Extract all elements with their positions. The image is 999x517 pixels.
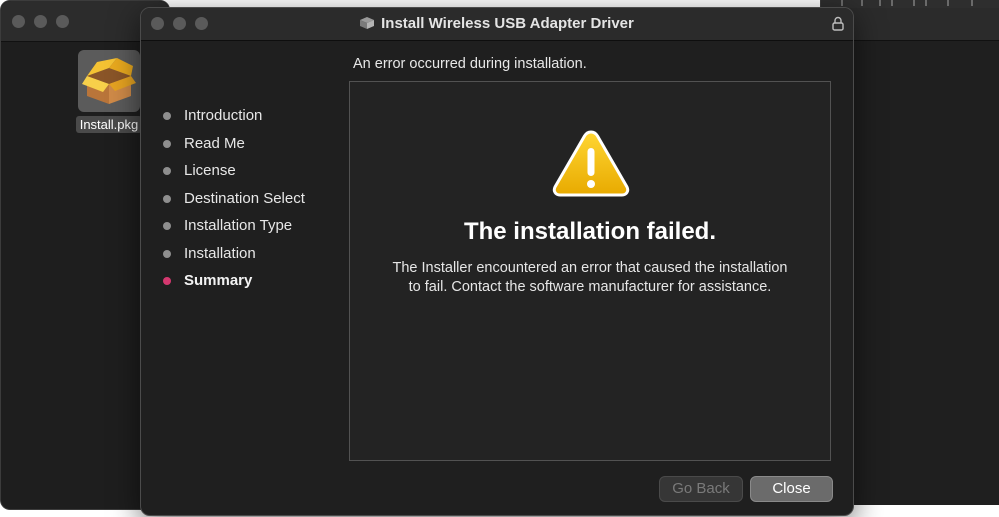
close-window-dot[interactable]	[12, 15, 25, 28]
step-dot	[163, 222, 171, 230]
step-dot	[163, 249, 171, 258]
step-installation: Installation	[163, 243, 305, 271]
step-dot	[163, 112, 171, 120]
step-dot	[163, 194, 171, 203]
result-description: The Installer encountered an error that …	[392, 260, 788, 295]
step-dot	[163, 139, 171, 148]
step-destination-select: Destination Select	[163, 188, 305, 216]
step-label: Summary	[184, 272, 253, 289]
result-panel: The installation failed. The Installer e…	[349, 81, 831, 461]
close-button[interactable]: Close	[750, 476, 833, 502]
lock-icon	[832, 16, 844, 31]
installer-titlebar: Install Wireless USB Adapter Driver	[141, 8, 853, 41]
step-introduction: Introduction	[163, 105, 305, 133]
window-title-text: Install Wireless USB Adapter Driver	[381, 15, 634, 32]
result-title: The installation failed.	[463, 218, 717, 245]
step-summary: Summary	[163, 270, 305, 298]
zoom-window-dot[interactable]	[56, 15, 69, 28]
package-icon	[78, 50, 140, 112]
status-message: An error occurred during installation.	[353, 56, 587, 72]
step-read-me: Read Me	[163, 133, 305, 161]
go-back-button[interactable]: Go Back	[659, 476, 743, 502]
step-label: Installation Type	[184, 217, 293, 234]
step-label: Destination Select	[184, 189, 305, 207]
warning-icon	[552, 130, 630, 197]
step-label: License	[184, 162, 236, 179]
minimize-window-dot[interactable]	[34, 15, 47, 28]
window-title: Install Wireless USB Adapter Driver	[141, 15, 853, 32]
desktop-file-icon[interactable]: Install.pkg	[72, 50, 146, 134]
step-label: Introduction	[184, 107, 263, 124]
desktop-file-label: Install.pkg	[75, 116, 143, 133]
step-dot	[163, 167, 171, 175]
package-icon	[360, 17, 375, 29]
installer-steps-list: Introduction Read Me License Destination…	[163, 105, 305, 298]
step-label: Installation	[184, 244, 256, 262]
installer-window: Install Wireless USB Adapter Driver An e…	[140, 7, 854, 516]
step-installation-type: Installation Type	[163, 215, 305, 243]
step-label: Read Me	[184, 134, 245, 152]
step-license: License	[163, 160, 305, 188]
step-dot-active	[163, 277, 171, 285]
